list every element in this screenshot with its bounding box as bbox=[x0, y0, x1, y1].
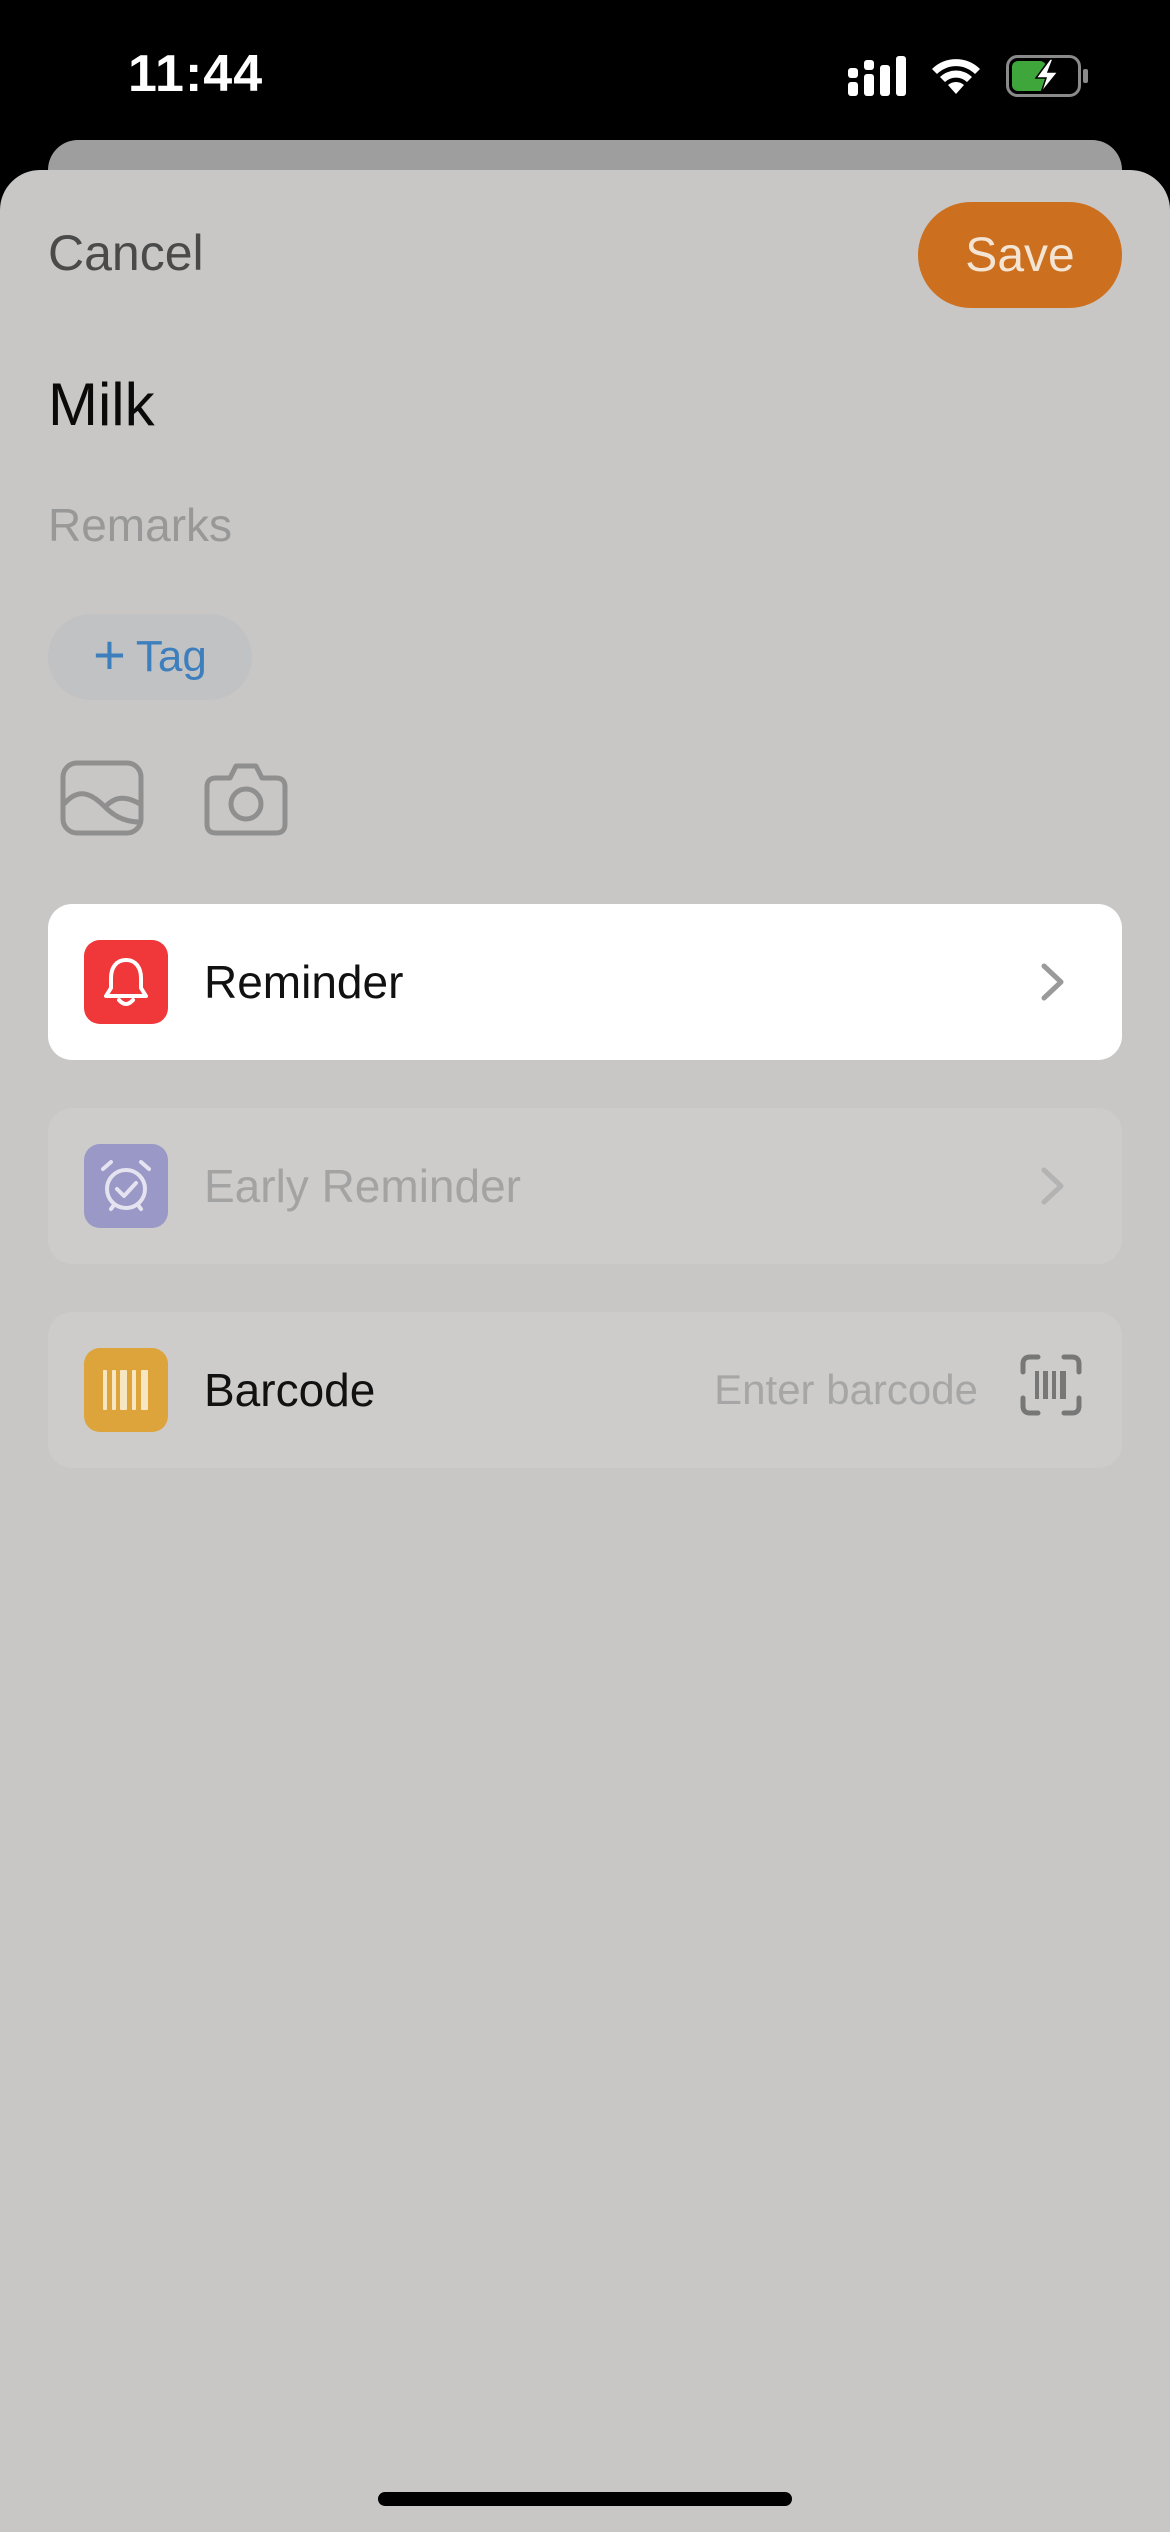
add-tag-button[interactable]: + Tag bbox=[48, 614, 252, 700]
chevron-right-icon bbox=[1041, 1167, 1064, 1205]
remarks-field[interactable]: Remarks bbox=[48, 498, 232, 552]
photo-library-icon[interactable] bbox=[60, 760, 144, 836]
camera-icon[interactable] bbox=[204, 760, 288, 836]
barcode-scan-icon[interactable] bbox=[1020, 1354, 1082, 1416]
barcode-label: Barcode bbox=[204, 1364, 376, 1416]
save-button[interactable]: Save bbox=[918, 202, 1122, 308]
edit-item-sheet: Cancel Save Milk Remarks + Tag Reminder … bbox=[0, 170, 1170, 2532]
status-icons bbox=[848, 52, 1090, 100]
status-time: 11:44 bbox=[128, 45, 264, 103]
barcode-row[interactable]: Barcode Enter barcode bbox=[48, 1312, 1122, 1468]
tag-label: Tag bbox=[135, 632, 207, 681]
alarm-clock-icon bbox=[84, 1144, 168, 1228]
barcode-input[interactable]: Enter barcode bbox=[714, 1366, 978, 1414]
bell-icon bbox=[84, 940, 168, 1024]
plus-icon: + bbox=[93, 623, 126, 686]
wifi-icon bbox=[932, 59, 980, 94]
screen: 11:44 Cancel Save Milk Remarks + Tag Rem… bbox=[0, 0, 1170, 2532]
early-reminder-label: Early Reminder bbox=[204, 1160, 521, 1212]
cellular-signal-icon bbox=[848, 56, 906, 96]
early-reminder-row[interactable]: Early Reminder bbox=[48, 1108, 1122, 1264]
item-name-field[interactable]: Milk bbox=[48, 370, 155, 439]
cancel-button[interactable]: Cancel bbox=[48, 224, 204, 282]
reminder-label: Reminder bbox=[204, 956, 404, 1008]
battery-charging-icon bbox=[1006, 55, 1088, 97]
reminder-row[interactable]: Reminder bbox=[48, 904, 1122, 1060]
home-indicator bbox=[378, 2492, 792, 2506]
status-bar: 11:44 bbox=[0, 0, 1170, 150]
chevron-right-icon bbox=[1041, 963, 1064, 1001]
barcode-icon bbox=[84, 1348, 168, 1432]
